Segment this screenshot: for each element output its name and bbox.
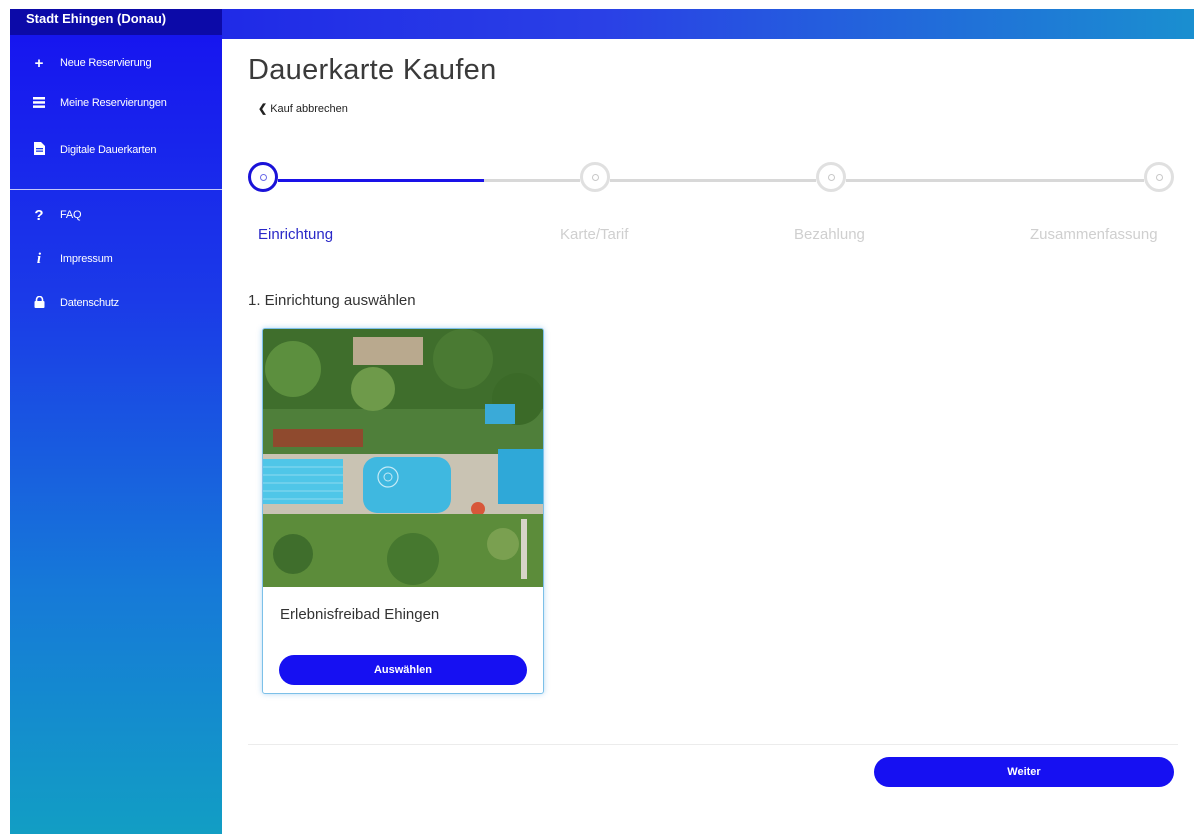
step-dot-icon: [1155, 173, 1163, 181]
step-track: [610, 179, 816, 182]
plus-icon: +: [34, 54, 44, 72]
step-label-zusammenfassung: Zusammenfassung: [1030, 226, 1158, 243]
step-1-circle[interactable]: [248, 162, 278, 192]
sidebar-item-label: Impressum: [60, 253, 113, 265]
sidebar-item-label: Meine Reservierungen: [60, 97, 167, 109]
facility-card[interactable]: Erlebnisfreibad Ehingen Auswählen: [262, 328, 544, 694]
sidebar-item-label: Digitale Dauerkarten: [60, 144, 157, 156]
step-track-active: [278, 179, 484, 182]
cancel-purchase-link[interactable]: ❮ Kauf abbrechen: [258, 102, 348, 115]
step-track: [484, 179, 580, 182]
sidebar-item-impressum[interactable]: i Impressum: [10, 247, 222, 271]
brand-name: Stadt Ehingen (Donau): [10, 9, 222, 35]
step-dot-icon: [827, 173, 835, 181]
sidebar-item-neue-reservierung[interactable]: + Neue Reservierung: [10, 51, 222, 75]
sidebar-item-meine-reservierungen[interactable]: Meine Reservierungen: [10, 91, 222, 115]
select-facility-button[interactable]: Auswählen: [279, 655, 527, 685]
sidebar-item-label: Datenschutz: [60, 297, 119, 309]
step-label-karte-tarif: Karte/Tarif: [560, 226, 629, 243]
step-dot-icon: [259, 173, 267, 181]
sidebar-divider: [10, 189, 222, 190]
chevron-left-icon: ❮: [258, 103, 268, 115]
page-title: Dauerkarte Kaufen: [248, 54, 497, 86]
facility-aerial-image: [263, 329, 543, 587]
step-label-bezahlung: Bezahlung: [794, 226, 865, 243]
sidebar-item-digitale-dauerkarten[interactable]: Digitale Dauerkarten: [10, 138, 222, 162]
footer-divider: [248, 744, 1178, 745]
sidebar: Stadt Ehingen (Donau) + Neue Reservierun…: [10, 9, 222, 834]
question-icon: ?: [34, 206, 44, 224]
cancel-purchase-label: Kauf abbrechen: [270, 103, 348, 115]
step-track: [846, 179, 1144, 182]
step-2-circle: [580, 162, 610, 192]
sidebar-item-faq[interactable]: ? FAQ: [10, 203, 222, 227]
lock-icon: [30, 295, 48, 312]
step-3-circle: [816, 162, 846, 192]
list-icon: [30, 95, 48, 112]
main-content: Dauerkarte Kaufen ❮ Kauf abbrechen Einric…: [248, 40, 1178, 830]
sidebar-item-label: FAQ: [60, 209, 82, 221]
next-button[interactable]: Weiter: [874, 757, 1174, 787]
sidebar-item-datenschutz[interactable]: Datenschutz: [10, 291, 222, 315]
progress-stepper: Einrichtung Karte/Tarif Bezahlung Zusamm…: [248, 158, 1178, 258]
info-icon: i: [36, 250, 42, 267]
step-4-circle: [1144, 162, 1174, 192]
file-icon: [30, 141, 48, 159]
sidebar-item-label: Neue Reservierung: [60, 57, 152, 69]
step-label-einrichtung: Einrichtung: [258, 226, 334, 243]
section-title: 1. Einrichtung auswählen: [248, 292, 416, 309]
facility-name: Erlebnisfreibad Ehingen: [280, 606, 440, 623]
step-dot-icon: [591, 173, 599, 181]
